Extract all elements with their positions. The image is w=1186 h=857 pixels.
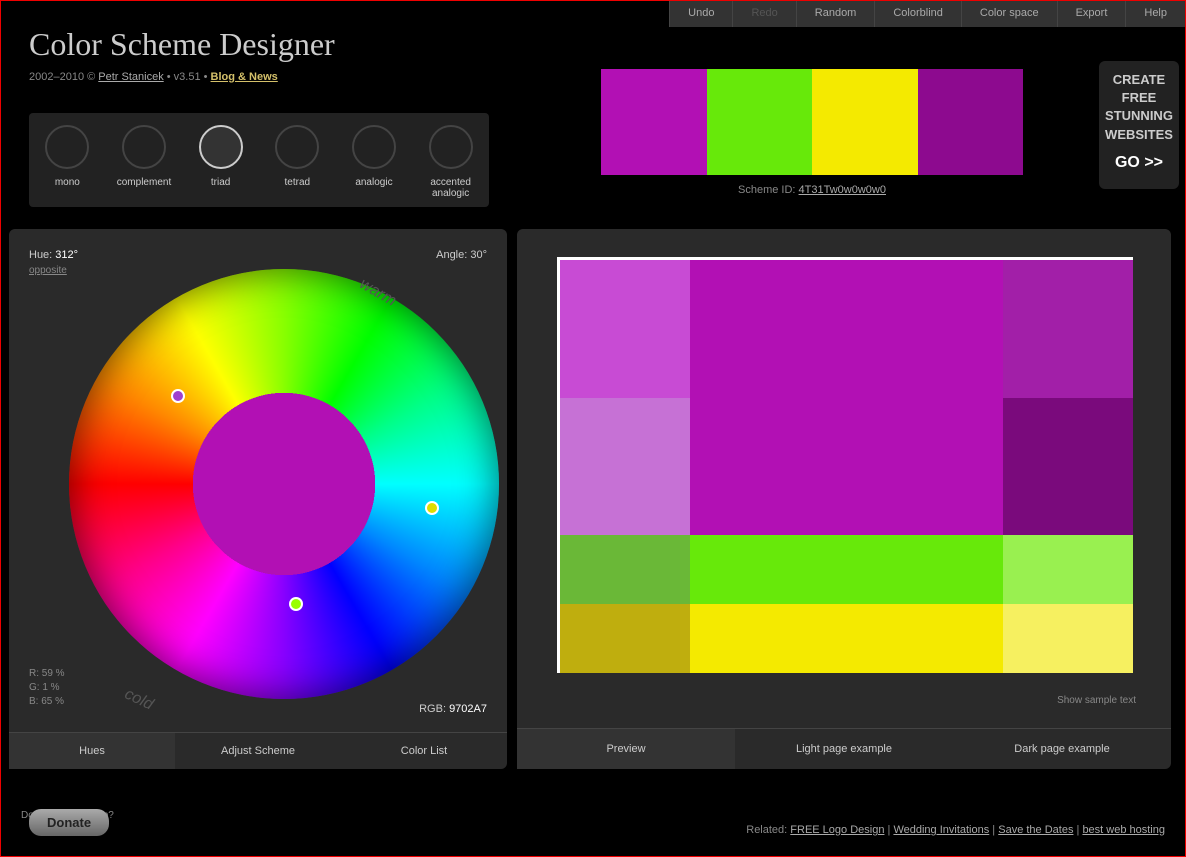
preview-backdrop — [1149, 319, 1186, 687]
scheme-type-selector: mono complement triad tetrad analogic ac… — [29, 113, 489, 207]
swatch-secondary-2[interactable] — [812, 69, 918, 175]
donate-button[interactable]: Donate — [29, 809, 109, 836]
tab-preview[interactable]: Preview — [517, 728, 735, 769]
angle-info: Angle: 30° — [436, 249, 487, 261]
swatch[interactable] — [1003, 604, 1133, 673]
preview-strip — [601, 69, 1023, 175]
swatch[interactable] — [560, 260, 690, 398]
swatch[interactable] — [560, 535, 690, 604]
color-wheel[interactable] — [69, 269, 499, 699]
header: Color Scheme Designer 2002–2010 © Petr S… — [29, 26, 335, 83]
show-sample-text-link[interactable]: Show sample text — [1057, 695, 1136, 706]
random-button[interactable]: Random — [796, 1, 875, 27]
left-panel-tabs: Hues Adjust Scheme Color List — [9, 732, 507, 769]
swatch[interactable] — [1003, 535, 1133, 604]
swatch-grid — [557, 257, 1133, 673]
cold-label: cold — [122, 686, 156, 715]
wheel-handle-3[interactable] — [289, 597, 303, 611]
tab-adjust-scheme[interactable]: Adjust Scheme — [175, 732, 341, 769]
tetrad-icon — [275, 125, 319, 169]
swatch[interactable] — [690, 260, 1003, 535]
preview-panel: Show sample text Preview Light page exam… — [517, 229, 1171, 769]
swatch[interactable] — [1003, 260, 1133, 398]
swatch-complement[interactable] — [918, 69, 1024, 175]
scheme-id-link[interactable]: 4T31Tw0w0w0w0 — [799, 184, 886, 196]
related-link[interactable]: Save the Dates — [998, 824, 1073, 836]
scheme-analogic[interactable]: analogic — [337, 125, 411, 199]
swatch[interactable] — [1003, 398, 1133, 536]
redo-button[interactable]: Redo — [732, 1, 795, 27]
blog-link[interactable]: Blog & News — [211, 71, 278, 83]
wheel-handle-2[interactable] — [425, 501, 439, 515]
related-link[interactable]: Wedding Invitations — [893, 824, 989, 836]
colorblind-button[interactable]: Colorblind — [874, 1, 961, 27]
author-link[interactable]: Petr Stanicek — [98, 71, 163, 83]
wheel-handle-primary[interactable] — [171, 389, 185, 403]
export-button[interactable]: Export — [1057, 1, 1126, 27]
swatch[interactable] — [560, 604, 690, 673]
rgb-hex: RGB: 9702A7 — [419, 703, 487, 715]
tab-light-example[interactable]: Light page example — [735, 728, 953, 769]
swatch[interactable] — [690, 604, 1003, 673]
hue-info: Hue: 312° — [29, 249, 487, 261]
analogic-icon — [352, 125, 396, 169]
scheme-triad[interactable]: triad — [184, 125, 258, 199]
scheme-complement[interactable]: complement — [107, 125, 181, 199]
colorspace-button[interactable]: Color space — [961, 1, 1057, 27]
scheme-mono[interactable]: mono — [30, 125, 104, 199]
tab-dark-example[interactable]: Dark page example — [953, 728, 1171, 769]
promo-box[interactable]: CREATE FREE STUNNING WEBSITES GO >> — [1099, 61, 1179, 189]
rgb-percentages: R: 59 %G: 1 %B: 65 % — [29, 667, 65, 709]
swatch[interactable] — [690, 535, 1003, 604]
swatch[interactable] — [560, 398, 690, 536]
accented-analogic-icon — [429, 125, 473, 169]
tab-color-list[interactable]: Color List — [341, 732, 507, 769]
app-title: Color Scheme Designer — [29, 26, 335, 63]
swatch-secondary-1[interactable] — [707, 69, 813, 175]
scheme-accented-analogic[interactable]: accented analogic — [414, 125, 488, 199]
complement-icon — [122, 125, 166, 169]
triad-icon — [199, 125, 243, 169]
scheme-tetrad[interactable]: tetrad — [260, 125, 334, 199]
color-wheel-panel: Hue: 312° opposite Angle: 30° warm cold … — [9, 229, 507, 769]
swatch-primary[interactable] — [601, 69, 707, 175]
undo-button[interactable]: Undo — [669, 1, 732, 27]
related-link[interactable]: best web hosting — [1082, 824, 1165, 836]
right-panel-tabs: Preview Light page example Dark page exa… — [517, 728, 1171, 769]
scheme-id: Scheme ID: 4T31Tw0w0w0w0 — [601, 184, 1023, 196]
related-link[interactable]: FREE Logo Design — [790, 824, 884, 836]
tab-hues[interactable]: Hues — [9, 732, 175, 769]
mono-icon — [45, 125, 89, 169]
footer-related: Related: FREE Logo Design | Wedding Invi… — [746, 824, 1165, 836]
promo-go: GO >> — [1103, 152, 1175, 174]
help-button[interactable]: Help — [1125, 1, 1185, 27]
top-menu: Undo Redo Random Colorblind Color space … — [669, 1, 1185, 27]
